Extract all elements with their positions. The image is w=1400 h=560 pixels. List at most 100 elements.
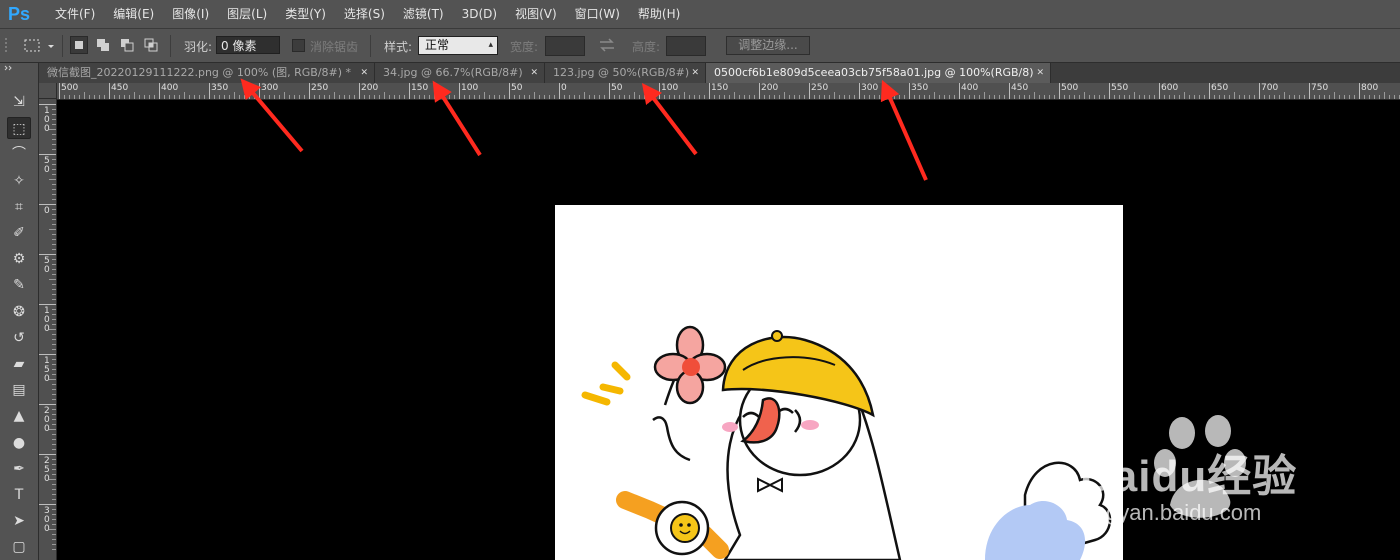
ruler-minor-tick bbox=[52, 294, 56, 295]
ruler-minor-tick bbox=[684, 92, 685, 99]
type-tool-icon[interactable]: T bbox=[7, 484, 31, 506]
height-input[interactable] bbox=[666, 36, 706, 56]
ruler-minor-tick bbox=[269, 95, 270, 99]
new-selection-button[interactable] bbox=[70, 36, 88, 54]
ruler-label: 650 bbox=[1211, 83, 1229, 93]
eyedropper-tool-icon[interactable]: ✐ bbox=[7, 222, 31, 244]
tab-label: 微信截图_20220129111222.png @ 100% (图, RGB/8… bbox=[47, 66, 352, 79]
document-tab[interactable]: 123.jpg @ 50%(RGB/8#) ✕ bbox=[545, 63, 706, 83]
close-icon[interactable]: ✕ bbox=[360, 63, 368, 83]
ruler-minor-tick bbox=[374, 95, 375, 99]
path-selection-tool-icon[interactable]: ➤ bbox=[7, 510, 31, 532]
blur-tool-icon[interactable]: ▲ bbox=[7, 405, 31, 427]
ruler-tick bbox=[709, 83, 710, 99]
ruler-minor-tick bbox=[364, 95, 365, 99]
ruler-minor-tick bbox=[1134, 92, 1135, 99]
height-label: 高度: bbox=[632, 40, 661, 54]
menu-item[interactable]: 视图(V) bbox=[506, 0, 566, 28]
swap-icon[interactable] bbox=[598, 38, 616, 52]
ruler-minor-tick bbox=[214, 95, 215, 99]
menu-item[interactable]: 3D(D) bbox=[453, 0, 506, 28]
ruler-minor-tick bbox=[629, 95, 630, 99]
clone-stamp-tool-icon[interactable]: ❂ bbox=[7, 301, 31, 323]
subtract-selection-icon[interactable] bbox=[118, 36, 136, 54]
marquee-tool-icon[interactable]: ⬚ bbox=[7, 117, 31, 140]
ruler-minor-tick bbox=[104, 95, 105, 99]
ruler-label: 400 bbox=[961, 83, 979, 93]
vertical-ruler[interactable]: 10050050100150200250300 bbox=[39, 99, 57, 560]
antialias-checkbox[interactable] bbox=[292, 39, 305, 52]
collapse-icon[interactable] bbox=[0, 63, 38, 73]
move-tool-icon[interactable]: ⇲ bbox=[7, 91, 31, 113]
brush-tool-icon[interactable]: ✎ bbox=[7, 274, 31, 296]
ruler-minor-tick bbox=[789, 95, 790, 99]
history-brush-tool-icon[interactable]: ↺ bbox=[7, 327, 31, 349]
ruler-minor-tick bbox=[49, 479, 56, 480]
menu-item[interactable]: 选择(S) bbox=[335, 0, 394, 28]
eraser-tool-icon[interactable]: ▰ bbox=[7, 353, 31, 375]
separator bbox=[62, 35, 63, 57]
menu-item[interactable]: 窗口(W) bbox=[566, 0, 629, 28]
ruler-tick bbox=[859, 83, 860, 99]
ruler-minor-tick bbox=[1179, 95, 1180, 99]
intersect-selection-icon[interactable] bbox=[142, 36, 160, 54]
close-icon[interactable]: ✕ bbox=[530, 63, 538, 83]
ruler-minor-tick bbox=[949, 95, 950, 99]
ruler-tick bbox=[109, 83, 110, 99]
magic-wand-tool-icon[interactable]: ✧ bbox=[7, 170, 31, 192]
document-tab[interactable]: 34.jpg @ 66.7%(RGB/8#) ✕ bbox=[375, 63, 545, 83]
menu-item[interactable]: 帮助(H) bbox=[629, 0, 689, 28]
ruler-tick bbox=[1259, 83, 1260, 99]
menu-item[interactable]: 编辑(E) bbox=[104, 0, 163, 28]
gradient-tool-icon[interactable]: ▤ bbox=[7, 379, 31, 401]
shape-tool-icon[interactable]: ▢ bbox=[7, 536, 31, 558]
ruler-minor-tick bbox=[999, 95, 1000, 99]
ruler-minor-tick bbox=[774, 95, 775, 99]
ruler-minor-tick bbox=[394, 95, 395, 99]
close-icon[interactable]: ✕ bbox=[691, 63, 699, 83]
ruler-label: 150 bbox=[711, 83, 729, 93]
ruler-minor-tick bbox=[1339, 95, 1340, 99]
style-select[interactable]: 正常 ▴ bbox=[418, 36, 498, 55]
ruler-minor-tick bbox=[1394, 95, 1395, 99]
lasso-tool-icon[interactable]: ⌒ bbox=[7, 143, 31, 165]
menu-item[interactable]: 类型(Y) bbox=[276, 0, 335, 28]
ruler-minor-tick bbox=[469, 95, 470, 99]
pen-tool-icon[interactable]: ✒ bbox=[7, 458, 31, 480]
ruler-minor-tick bbox=[584, 92, 585, 99]
menu-item[interactable]: 图像(I) bbox=[163, 0, 218, 28]
ruler-minor-tick bbox=[1319, 95, 1320, 99]
menu-item[interactable]: 滤镜(T) bbox=[394, 0, 453, 28]
document-tab[interactable]: 微信截图_20220129111222.png @ 100% (图, RGB/8… bbox=[39, 63, 375, 83]
ruler-minor-tick bbox=[52, 394, 56, 395]
ruler-minor-tick bbox=[1084, 92, 1085, 99]
ruler-minor-tick bbox=[729, 95, 730, 99]
document-tab[interactable]: 0500cf6b1e809d5ceea03cb75f58a01.jpg @ 10… bbox=[706, 63, 1051, 83]
ruler-minor-tick bbox=[884, 92, 885, 99]
ruler-minor-tick bbox=[52, 274, 56, 275]
horizontal-ruler[interactable]: 500 450 400 350 300 250 200 150 100 50 0 50 100 150 20… bbox=[57, 83, 1400, 100]
feather-input[interactable]: 0 像素 bbox=[216, 36, 280, 54]
ruler-minor-tick bbox=[829, 95, 830, 99]
marquee-preset-icon[interactable] bbox=[24, 38, 58, 54]
add-selection-icon[interactable] bbox=[94, 36, 112, 54]
refine-edge-button[interactable]: 调整边缘... bbox=[726, 36, 810, 55]
menu-item[interactable]: 文件(F) bbox=[46, 0, 104, 28]
ruler-minor-tick bbox=[899, 95, 900, 99]
spot-healing-tool-icon[interactable]: ⚙ bbox=[7, 248, 31, 270]
ruler-minor-tick bbox=[894, 95, 895, 99]
ruler-minor-tick bbox=[444, 95, 445, 99]
ruler-minor-tick bbox=[189, 95, 190, 99]
dodge-tool-icon[interactable]: ● bbox=[7, 432, 31, 454]
ruler-minor-tick bbox=[434, 92, 435, 99]
document-image[interactable] bbox=[555, 205, 1123, 560]
ruler-minor-tick bbox=[624, 95, 625, 99]
ruler-label: 500 bbox=[61, 83, 79, 93]
menu-item[interactable]: 图层(L) bbox=[218, 0, 276, 28]
width-input[interactable] bbox=[545, 36, 585, 56]
ruler-minor-tick bbox=[424, 95, 425, 99]
crop-tool-icon[interactable]: ⌗ bbox=[7, 196, 31, 218]
close-icon[interactable]: ✕ bbox=[1036, 63, 1044, 83]
ruler-minor-tick bbox=[979, 95, 980, 99]
ruler-minor-tick bbox=[1019, 95, 1020, 99]
